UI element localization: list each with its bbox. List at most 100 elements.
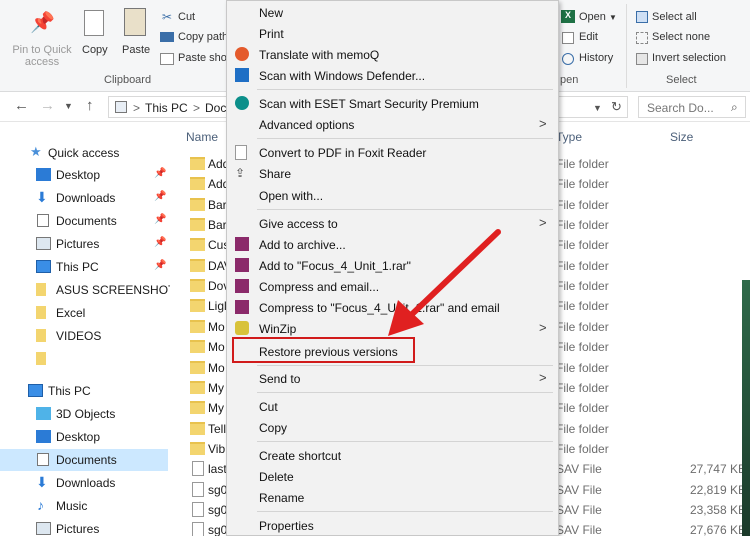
- menu-label: Translate with memoQ: [259, 48, 380, 62]
- nav-item-this-pc[interactable]: This PC 📌: [0, 256, 168, 278]
- submenu-arrow-icon: >: [539, 320, 547, 335]
- column-header-size[interactable]: Size: [670, 130, 693, 144]
- menu-item-print[interactable]: Print: [227, 23, 558, 44]
- copy-button[interactable]: Copy: [82, 44, 108, 56]
- folder-icon: [190, 279, 205, 293]
- menu-item-compress-email[interactable]: Compress and email...: [227, 276, 558, 297]
- folder-icon: [190, 319, 205, 333]
- folder-icon: [36, 352, 46, 365]
- column-header-name[interactable]: Name: [186, 130, 218, 144]
- menu-item-translate-memoq[interactable]: Translate with memoQ: [227, 44, 558, 65]
- menu-separator: [257, 441, 553, 442]
- menu-item-add-to-rar[interactable]: Add to "Focus_4_Unit_1.rar": [227, 255, 558, 276]
- nav-item-music[interactable]: ♪ Music: [0, 495, 168, 517]
- pin-icon: 📌: [154, 214, 167, 225]
- nav-this-pc-section[interactable]: This PC: [0, 380, 168, 402]
- menu-item-open-with[interactable]: Open with...: [227, 185, 558, 206]
- menu-item-compress-to-rar-email[interactable]: Compress to "Focus_4_Unit_1.rar" and ema…: [227, 297, 558, 318]
- menu-item-give-access[interactable]: Give access to >: [227, 213, 558, 234]
- winrar-icon: [235, 258, 249, 272]
- menu-item-send-to[interactable]: Send to >: [227, 368, 558, 389]
- nav-item-documents[interactable]: Documents 📌: [0, 210, 168, 232]
- file-type: File folder: [556, 218, 609, 233]
- menu-item-copy[interactable]: Copy: [227, 417, 558, 438]
- menu-item-share[interactable]: ⇪ Share: [227, 163, 558, 184]
- select-all-button[interactable]: Select all: [652, 11, 697, 23]
- navigation-pane: ★ Quick access Desktop 📌 ⬇ Downloads 📌 D…: [0, 122, 183, 536]
- folder-icon: [36, 329, 46, 342]
- paste-button[interactable]: Paste: [122, 44, 150, 56]
- nav-item-asus-screenshots[interactable]: ASUS SCREENSHOTS: [0, 279, 183, 301]
- file-type: File folder: [556, 238, 609, 253]
- nav-label: ASUS SCREENSHOTS: [56, 283, 184, 297]
- file-name: Bar: [208, 218, 227, 233]
- file-type: File folder: [556, 299, 609, 314]
- invert-selection-button[interactable]: Invert selection: [652, 52, 726, 64]
- menu-item-scan-defender[interactable]: Scan with Windows Defender...: [227, 65, 558, 86]
- menu-item-rename[interactable]: Rename: [227, 487, 558, 508]
- menu-item-new[interactable]: New: [227, 2, 558, 23]
- menu-item-scan-eset[interactable]: Scan with ESET Smart Security Premium: [227, 93, 558, 114]
- invert-selection-icon: [636, 53, 648, 65]
- edit-button[interactable]: Edit: [579, 31, 598, 43]
- folder-icon: [190, 258, 205, 272]
- menu-item-advanced-options[interactable]: Advanced options >: [227, 114, 558, 135]
- nav-quick-access[interactable]: ★ Quick access: [0, 142, 168, 164]
- menu-label: Scan with Windows Defender...: [259, 69, 426, 83]
- nav-label: Pictures: [56, 522, 100, 536]
- nav-label: VIDEOS: [56, 329, 102, 343]
- file-type: SAV File: [556, 462, 602, 477]
- folder-icon: [190, 177, 205, 191]
- refresh-icon[interactable]: ↻: [611, 99, 622, 115]
- nav-item-downloads[interactable]: ⬇ Downloads 📌: [0, 187, 168, 209]
- file-type: File folder: [556, 157, 609, 171]
- paste-shortcut-button[interactable]: Paste sho: [178, 52, 227, 64]
- recent-locations-chevron-icon[interactable]: ▼: [64, 101, 73, 111]
- copy-path-button[interactable]: Copy path: [178, 31, 228, 43]
- chevron-down-icon[interactable]: ▼: [593, 103, 602, 113]
- winrar-icon: [235, 279, 249, 293]
- forward-arrow-icon[interactable]: →: [40, 97, 55, 114]
- search-input[interactable]: Search Do... ⌕: [638, 96, 746, 118]
- history-button[interactable]: History: [579, 52, 613, 64]
- menu-label: Rename: [259, 491, 305, 505]
- memoq-icon: [235, 47, 249, 61]
- nav-item-excel[interactable]: Excel: [0, 302, 168, 324]
- column-header-type[interactable]: Type: [556, 130, 582, 144]
- nav-item-desktop[interactable]: Desktop 📌: [0, 164, 168, 186]
- edit-icon: [562, 32, 574, 44]
- cut-button[interactable]: Cut: [178, 11, 195, 23]
- pin-icon: 📌: [154, 237, 167, 248]
- file-type: File folder: [556, 441, 609, 456]
- nav-item-pictures[interactable]: Pictures 📌: [0, 233, 168, 255]
- menu-item-winzip[interactable]: WinZip >: [227, 318, 558, 339]
- pin-to-quick-access-button[interactable]: Pin to Quick access: [8, 44, 76, 68]
- nav-item-pc-downloads[interactable]: ⬇ Downloads: [0, 472, 168, 494]
- menu-item-create-shortcut[interactable]: Create shortcut: [227, 445, 558, 466]
- menu-label: Add to "Focus_4_Unit_1.rar": [259, 259, 411, 273]
- nav-item-pc-desktop[interactable]: Desktop: [0, 426, 168, 448]
- open-label: Open: [579, 11, 606, 23]
- nav-item-3d-objects[interactable]: 3D Objects: [0, 403, 168, 425]
- select-none-button[interactable]: Select none: [652, 31, 710, 43]
- menu-label: Add to archive...: [259, 238, 346, 252]
- nav-label: Excel: [56, 306, 86, 320]
- menu-item-cut[interactable]: Cut: [227, 396, 558, 417]
- open-button[interactable]: Open ▼: [579, 11, 617, 23]
- nav-item-videos[interactable]: VIDEOS: [0, 325, 168, 347]
- menu-item-add-to-archive[interactable]: Add to archive...: [227, 234, 558, 255]
- back-arrow-icon[interactable]: ←: [14, 97, 29, 114]
- nav-item-pc-pictures[interactable]: Pictures: [0, 518, 168, 536]
- nav-item-unnamed[interactable]: [0, 348, 168, 370]
- breadcrumb-this-pc[interactable]: This PC: [145, 101, 188, 115]
- up-arrow-icon[interactable]: ↑: [86, 97, 94, 114]
- file-name: sg0: [208, 523, 228, 536]
- file-name: Vib: [208, 441, 226, 456]
- menu-item-properties[interactable]: Properties: [227, 515, 558, 536]
- documents-icon: [37, 453, 49, 466]
- menu-item-delete[interactable]: Delete: [227, 466, 558, 487]
- breadcrumb-documents[interactable]: Doc: [205, 101, 226, 115]
- nav-item-pc-documents[interactable]: Documents: [0, 449, 168, 471]
- music-note-icon: ♪: [37, 497, 44, 513]
- menu-item-convert-pdf[interactable]: Convert to PDF in Foxit Reader: [227, 142, 558, 163]
